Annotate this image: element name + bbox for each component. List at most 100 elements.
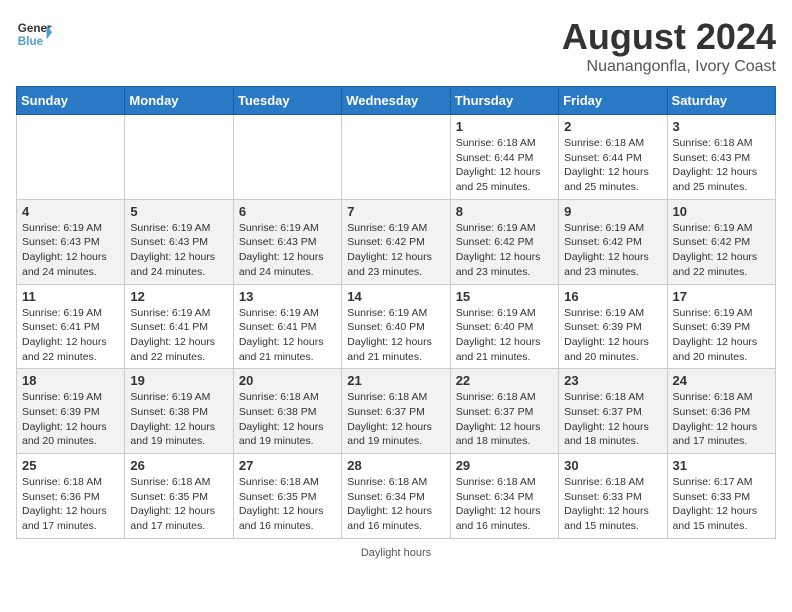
- day-number: 19: [130, 373, 227, 388]
- day-info: Sunrise: 6:19 AMSunset: 6:42 PMDaylight:…: [347, 221, 444, 280]
- calendar-week-row: 4 Sunrise: 6:19 AMSunset: 6:43 PMDaylight…: [17, 199, 776, 284]
- day-info: Sunrise: 6:19 AMSunset: 6:42 PMDaylight:…: [456, 221, 553, 280]
- calendar-cell: 2 Sunrise: 6:18 AMSunset: 6:44 PMDaylight…: [559, 115, 667, 200]
- day-number: 2: [564, 119, 661, 134]
- calendar-cell: 3 Sunrise: 6:18 AMSunset: 6:43 PMDaylight…: [667, 115, 775, 200]
- calendar-cell: 1Sunrise: 6:18 AMSunset: 6:44 PMDaylight…: [450, 115, 558, 200]
- svg-text:Blue: Blue: [18, 35, 44, 48]
- day-number: 30: [564, 458, 661, 473]
- calendar-cell: 23 Sunrise: 6:18 AMSunset: 6:37 PMDayligh…: [559, 369, 667, 454]
- calendar-cell: 30 Sunrise: 6:18 AMSunset: 6:33 PMDayligh…: [559, 454, 667, 539]
- day-number: 4: [22, 204, 119, 219]
- calendar-cell: 24 Sunrise: 6:18 AMSunset: 6:36 PMDayligh…: [667, 369, 775, 454]
- day-info: Sunrise: 6:17 AMSunset: 6:33 PMDaylight:…: [673, 475, 770, 534]
- calendar-cell: 19 Sunrise: 6:19 AMSunset: 6:38 PMDayligh…: [125, 369, 233, 454]
- day-info: Sunrise: 6:19 AMSunset: 6:41 PMDaylight:…: [130, 306, 227, 365]
- day-info: Sunrise: 6:18 AMSunset: 6:36 PMDaylight:…: [673, 390, 770, 449]
- day-of-week-header: Monday: [125, 87, 233, 115]
- day-info: Sunrise: 6:18 AMSunset: 6:37 PMDaylight:…: [564, 390, 661, 449]
- day-number: 28: [347, 458, 444, 473]
- day-info: Sunrise: 6:19 AMSunset: 6:40 PMDaylight:…: [347, 306, 444, 365]
- calendar-cell: 13 Sunrise: 6:19 AMSunset: 6:41 PMDayligh…: [233, 284, 341, 369]
- day-number: 17: [673, 289, 770, 304]
- day-of-week-header: Saturday: [667, 87, 775, 115]
- day-info: Sunrise: 6:18 AMSunset: 6:44 PMDaylight:…: [564, 136, 661, 195]
- calendar-cell: 5Sunrise: 6:19 AMSunset: 6:43 PMDaylight…: [125, 199, 233, 284]
- calendar-cell: 9 Sunrise: 6:19 AMSunset: 6:42 PMDaylight…: [559, 199, 667, 284]
- day-info: Sunrise: 6:19 AMSunset: 6:42 PMDaylight:…: [564, 221, 661, 280]
- day-of-week-header: Sunday: [17, 87, 125, 115]
- calendar-cell: 14 Sunrise: 6:19 AMSunset: 6:40 PMDayligh…: [342, 284, 450, 369]
- calendar-cell: 18Sunrise: 6:19 AMSunset: 6:39 PMDayligh…: [17, 369, 125, 454]
- day-info: Sunrise: 6:18 AMSunset: 6:33 PMDaylight:…: [564, 475, 661, 534]
- day-of-week-header: Wednesday: [342, 87, 450, 115]
- day-of-week-header: Thursday: [450, 87, 558, 115]
- day-number: 3: [673, 119, 770, 134]
- day-number: 1: [456, 119, 553, 134]
- day-number: 25: [22, 458, 119, 473]
- calendar-cell: [233, 115, 341, 200]
- day-of-week-header: Tuesday: [233, 87, 341, 115]
- day-number: 11: [22, 289, 119, 304]
- calendar-cell: 16 Sunrise: 6:19 AMSunset: 6:39 PMDayligh…: [559, 284, 667, 369]
- calendar-cell: 26Sunrise: 6:18 AMSunset: 6:35 PMDayligh…: [125, 454, 233, 539]
- day-info: Sunrise: 6:19 AMSunset: 6:41 PMDaylight:…: [22, 306, 119, 365]
- calendar-cell: 8 Sunrise: 6:19 AMSunset: 6:42 PMDaylight…: [450, 199, 558, 284]
- title-block: August 2024 Nuanangonfla, Ivory Coast: [562, 16, 776, 76]
- day-number: 21: [347, 373, 444, 388]
- calendar-cell: 20 Sunrise: 6:18 AMSunset: 6:38 PMDayligh…: [233, 369, 341, 454]
- main-title: August 2024: [562, 16, 776, 58]
- calendar-table: SundayMondayTuesdayWednesdayThursdayFrid…: [16, 86, 776, 539]
- day-info: Sunrise: 6:18 AMSunset: 6:35 PMDaylight:…: [239, 475, 336, 534]
- day-number: 9: [564, 204, 661, 219]
- calendar-cell: 31 Sunrise: 6:17 AMSunset: 6:33 PMDayligh…: [667, 454, 775, 539]
- day-info: Sunrise: 6:18 AMSunset: 6:38 PMDaylight:…: [239, 390, 336, 449]
- day-number: 12: [130, 289, 227, 304]
- day-number: 7: [347, 204, 444, 219]
- calendar-cell: 6 Sunrise: 6:19 AMSunset: 6:43 PMDaylight…: [233, 199, 341, 284]
- calendar-cell: 11 Sunrise: 6:19 AMSunset: 6:41 PMDayligh…: [17, 284, 125, 369]
- day-info: Sunrise: 6:18 AMSunset: 6:43 PMDaylight:…: [673, 136, 770, 195]
- day-info: Sunrise: 6:19 AMSunset: 6:38 PMDaylight:…: [130, 390, 227, 449]
- calendar-week-row: 1 Sunrise: 6:18 AMSunset: 6:44 PMDaylight…: [17, 115, 776, 200]
- day-number: 22: [456, 373, 553, 388]
- day-number: 27: [239, 458, 336, 473]
- day-info: Sunrise: 6:18 AMSunset: 6:37 PMDaylight:…: [347, 390, 444, 449]
- day-number: 16: [564, 289, 661, 304]
- calendar-cell: 29Sunrise: 6:18 AMSunset: 6:34 PMDayligh…: [450, 454, 558, 539]
- day-number: 14: [347, 289, 444, 304]
- day-number: 20: [239, 373, 336, 388]
- day-number: 13: [239, 289, 336, 304]
- day-number: 6: [239, 204, 336, 219]
- footer: Daylight hours: [16, 547, 776, 559]
- day-number: 31: [673, 458, 770, 473]
- day-number: 24: [673, 373, 770, 388]
- calendar-cell: 17Sunrise: 6:19 AMSunset: 6:39 PMDayligh…: [667, 284, 775, 369]
- calendar-cell: 12 Sunrise: 6:19 AMSunset: 6:41 PMDayligh…: [125, 284, 233, 369]
- day-info: Sunrise: 6:19 AMSunset: 6:43 PMDaylight:…: [130, 221, 227, 280]
- day-number: 8: [456, 204, 553, 219]
- day-info: Sunrise: 6:19 AMSunset: 6:39 PMDaylight:…: [564, 306, 661, 365]
- calendar-cell: 7 Sunrise: 6:19 AMSunset: 6:42 PMDaylight…: [342, 199, 450, 284]
- calendar-cell: [17, 115, 125, 200]
- day-number: 26: [130, 458, 227, 473]
- calendar-cell: 10 Sunrise: 6:19 AMSunset: 6:42 PMDayligh…: [667, 199, 775, 284]
- day-number: 23: [564, 373, 661, 388]
- day-info: Sunrise: 6:19 AMSunset: 6:40 PMDaylight:…: [456, 306, 553, 365]
- day-info: Sunrise: 6:19 AMSunset: 6:42 PMDaylight:…: [673, 221, 770, 280]
- day-info: Sunrise: 6:19 AMSunset: 6:43 PMDaylight:…: [239, 221, 336, 280]
- day-info: Sunrise: 6:18 AMSunset: 6:36 PMDaylight:…: [22, 475, 119, 534]
- day-of-week-header: Friday: [559, 87, 667, 115]
- calendar-week-row: 18Sunrise: 6:19 AMSunset: 6:39 PMDayligh…: [17, 369, 776, 454]
- calendar-cell: 4 Sunrise: 6:19 AMSunset: 6:43 PMDaylight…: [17, 199, 125, 284]
- calendar-cell: 21 Sunrise: 6:18 AMSunset: 6:37 PMDayligh…: [342, 369, 450, 454]
- day-info: Sunrise: 6:19 AMSunset: 6:41 PMDaylight:…: [239, 306, 336, 365]
- subtitle: Nuanangonfla, Ivory Coast: [562, 58, 776, 76]
- calendar-cell: [342, 115, 450, 200]
- day-info: Sunrise: 6:18 AMSunset: 6:37 PMDaylight:…: [456, 390, 553, 449]
- day-info: Sunrise: 6:19 AMSunset: 6:43 PMDaylight:…: [22, 221, 119, 280]
- calendar-week-row: 25 Sunrise: 6:18 AMSunset: 6:36 PMDayligh…: [17, 454, 776, 539]
- page-header: General Blue August 2024 Nuanangonfla, I…: [16, 16, 776, 76]
- day-number: 10: [673, 204, 770, 219]
- calendar-cell: 22 Sunrise: 6:18 AMSunset: 6:37 PMDayligh…: [450, 369, 558, 454]
